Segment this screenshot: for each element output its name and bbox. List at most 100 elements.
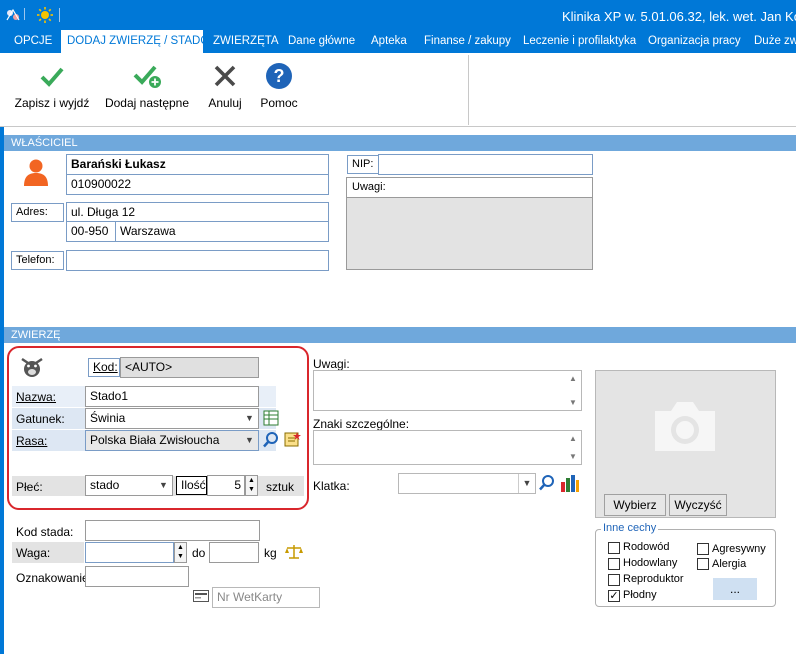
owner-name-field[interactable]: Barański Łukasz xyxy=(66,154,329,175)
title-divider xyxy=(24,8,32,20)
postal-code-field[interactable]: 00-950 xyxy=(66,221,116,242)
quantity-field[interactable]: 5 xyxy=(207,475,245,496)
tab-zwierzeta[interactable]: ZWIERZĘTA xyxy=(207,30,285,53)
herd-code-field[interactable] xyxy=(85,520,260,541)
app-logo-icon xyxy=(6,8,20,21)
tab-leczenie[interactable]: Leczenie i profilaktyka xyxy=(517,30,642,53)
phone-label: Telefon: xyxy=(11,251,64,270)
cancel-button[interactable]: Anuluj xyxy=(204,58,246,120)
allergy-label: Alergia xyxy=(712,558,747,570)
weight-stepper[interactable]: ▲ ▼ xyxy=(174,542,187,563)
code-label: Kod: xyxy=(88,358,120,377)
weight-unit: kg xyxy=(264,546,277,560)
species-select[interactable]: Świnia ▼ xyxy=(85,408,259,429)
city-field[interactable]: Warszawa xyxy=(115,221,329,242)
owner-notes-area[interactable]: Uwagi: xyxy=(346,177,593,270)
owner-notes-label: Uwagi: xyxy=(347,178,592,198)
tab-dane-glowne[interactable]: Dane główne xyxy=(282,30,361,53)
help-label: Pomoc xyxy=(260,96,298,110)
species-label: Gatunek: xyxy=(16,412,65,426)
marking-label: Oznakowanie xyxy=(16,571,89,585)
herd-code-label: Kod stada: xyxy=(16,525,74,539)
aggressive-checkbox[interactable] xyxy=(697,543,709,555)
menu-bar: OPCJE DODAJ ZWIERZĘ / STADO ZWIERZĘTA Da… xyxy=(0,30,796,53)
clear-photo-button[interactable]: Wyczyść xyxy=(669,494,727,516)
quantity-stepper[interactable]: ▲ ▼ xyxy=(245,475,258,496)
add-next-label: Dodaj następne xyxy=(104,96,190,110)
name-label: Nazwa: xyxy=(16,390,57,404)
quantity-unit: sztuk xyxy=(266,480,295,494)
weight-label: Waga: xyxy=(16,546,51,560)
quantity-label: Ilość: xyxy=(176,476,209,495)
help-icon: ? xyxy=(266,63,292,89)
breed-select[interactable]: Polska Biała Zwisłoucha ▼ xyxy=(85,430,259,451)
animal-notes-label: Uwagi: xyxy=(313,357,350,371)
breeding-checkbox[interactable] xyxy=(608,558,620,570)
scrollbar[interactable]: ▲ ▼ xyxy=(567,371,581,410)
special-marks-label: Znaki szczególne: xyxy=(313,417,410,431)
weight-from-field[interactable] xyxy=(85,542,174,563)
tab-dodaj-zwierze[interactable]: DODAJ ZWIERZĘ / STADO xyxy=(61,30,209,53)
checkmark-icon xyxy=(40,67,64,87)
special-marks-area[interactable]: ▲ ▼ xyxy=(313,430,582,465)
phone-field[interactable] xyxy=(66,250,329,271)
breed-label: Rasa: xyxy=(16,434,48,448)
tab-opcje[interactable]: OPCJE xyxy=(8,30,58,53)
table-icon[interactable] xyxy=(263,410,279,426)
sex-value: stado xyxy=(90,478,120,492)
chevron-down-icon[interactable]: ▼ xyxy=(241,409,258,428)
ribbon-divider xyxy=(468,55,469,125)
cancel-label: Anuluj xyxy=(208,96,242,110)
photo-frame[interactable]: Wybierz Wyczyść xyxy=(595,370,776,518)
help-button[interactable]: ? Pomoc xyxy=(260,58,298,120)
chart-icon[interactable] xyxy=(560,474,580,492)
owner-number-field[interactable]: 010900022 xyxy=(66,174,329,195)
sex-label: Płeć: xyxy=(16,480,43,494)
chevron-down-icon[interactable]: ▼ xyxy=(155,476,172,495)
window-title: Klinika XP w. 5.01.06.32, lek. wet. Jan … xyxy=(562,9,796,24)
traits-title: Inne cechy xyxy=(601,522,659,534)
tab-finanse[interactable]: Finanse / zakupy xyxy=(418,30,517,53)
nip-field[interactable] xyxy=(378,154,593,175)
close-icon xyxy=(214,65,236,87)
left-accent-bar xyxy=(0,127,4,654)
tab-apteka[interactable]: Apteka xyxy=(365,30,413,53)
tab-organizacja[interactable]: Organizacja pracy xyxy=(642,30,747,53)
title-bar: Klinika XP w. 5.01.06.32, lek. wet. Jan … xyxy=(0,0,796,30)
card-number-field[interactable]: Nr WetKarty xyxy=(212,587,320,608)
pig-icon xyxy=(21,357,43,377)
scale-icon[interactable] xyxy=(285,543,303,560)
sex-select[interactable]: stado ▼ xyxy=(85,475,173,496)
breeder-checkbox[interactable] xyxy=(608,574,620,586)
allergy-checkbox[interactable] xyxy=(697,558,709,570)
search-icon[interactable] xyxy=(538,474,556,492)
chevron-down-icon[interactable]: ▼ xyxy=(518,474,535,493)
breed-value: Polska Biała Zwisłoucha xyxy=(90,433,220,447)
animal-section-header: ZWIERZĘ xyxy=(4,327,796,343)
tab-duze-zwierzeta[interactable]: Duże zwi xyxy=(748,30,796,53)
search-icon[interactable] xyxy=(262,431,280,449)
street-field[interactable]: ul. Długa 12 xyxy=(66,202,329,223)
cage-select[interactable]: ▼ xyxy=(398,473,536,494)
animal-name-field[interactable]: Stado1 xyxy=(85,386,259,407)
cage-label: Klatka: xyxy=(313,479,350,493)
animal-notes-area[interactable]: ▲ ▼ xyxy=(313,370,582,411)
add-next-button[interactable]: Dodaj następne xyxy=(104,58,190,120)
check-plus-icon xyxy=(133,65,161,88)
breeding-label: Hodowlany xyxy=(623,557,678,569)
title-divider xyxy=(59,8,60,22)
fertile-checkbox[interactable]: ✓ xyxy=(608,590,620,602)
weight-to-field[interactable] xyxy=(209,542,259,563)
pedigree-checkbox[interactable] xyxy=(608,542,620,554)
more-traits-button[interactable]: ... xyxy=(713,578,757,600)
note-star-icon[interactable] xyxy=(284,431,301,448)
scrollbar[interactable]: ▲ ▼ xyxy=(567,431,581,464)
nip-label: NIP: xyxy=(347,155,379,174)
marking-field[interactable] xyxy=(85,566,189,587)
choose-photo-button[interactable]: Wybierz xyxy=(604,494,666,516)
chevron-down-icon[interactable]: ▼ xyxy=(241,431,258,450)
sun-icon[interactable] xyxy=(36,6,54,24)
card-icon xyxy=(193,590,209,602)
ribbon: Zapisz i wyjdź Dodaj następne Anuluj ? P… xyxy=(0,53,796,127)
save-exit-button[interactable]: Zapisz i wyjdź xyxy=(14,58,90,120)
